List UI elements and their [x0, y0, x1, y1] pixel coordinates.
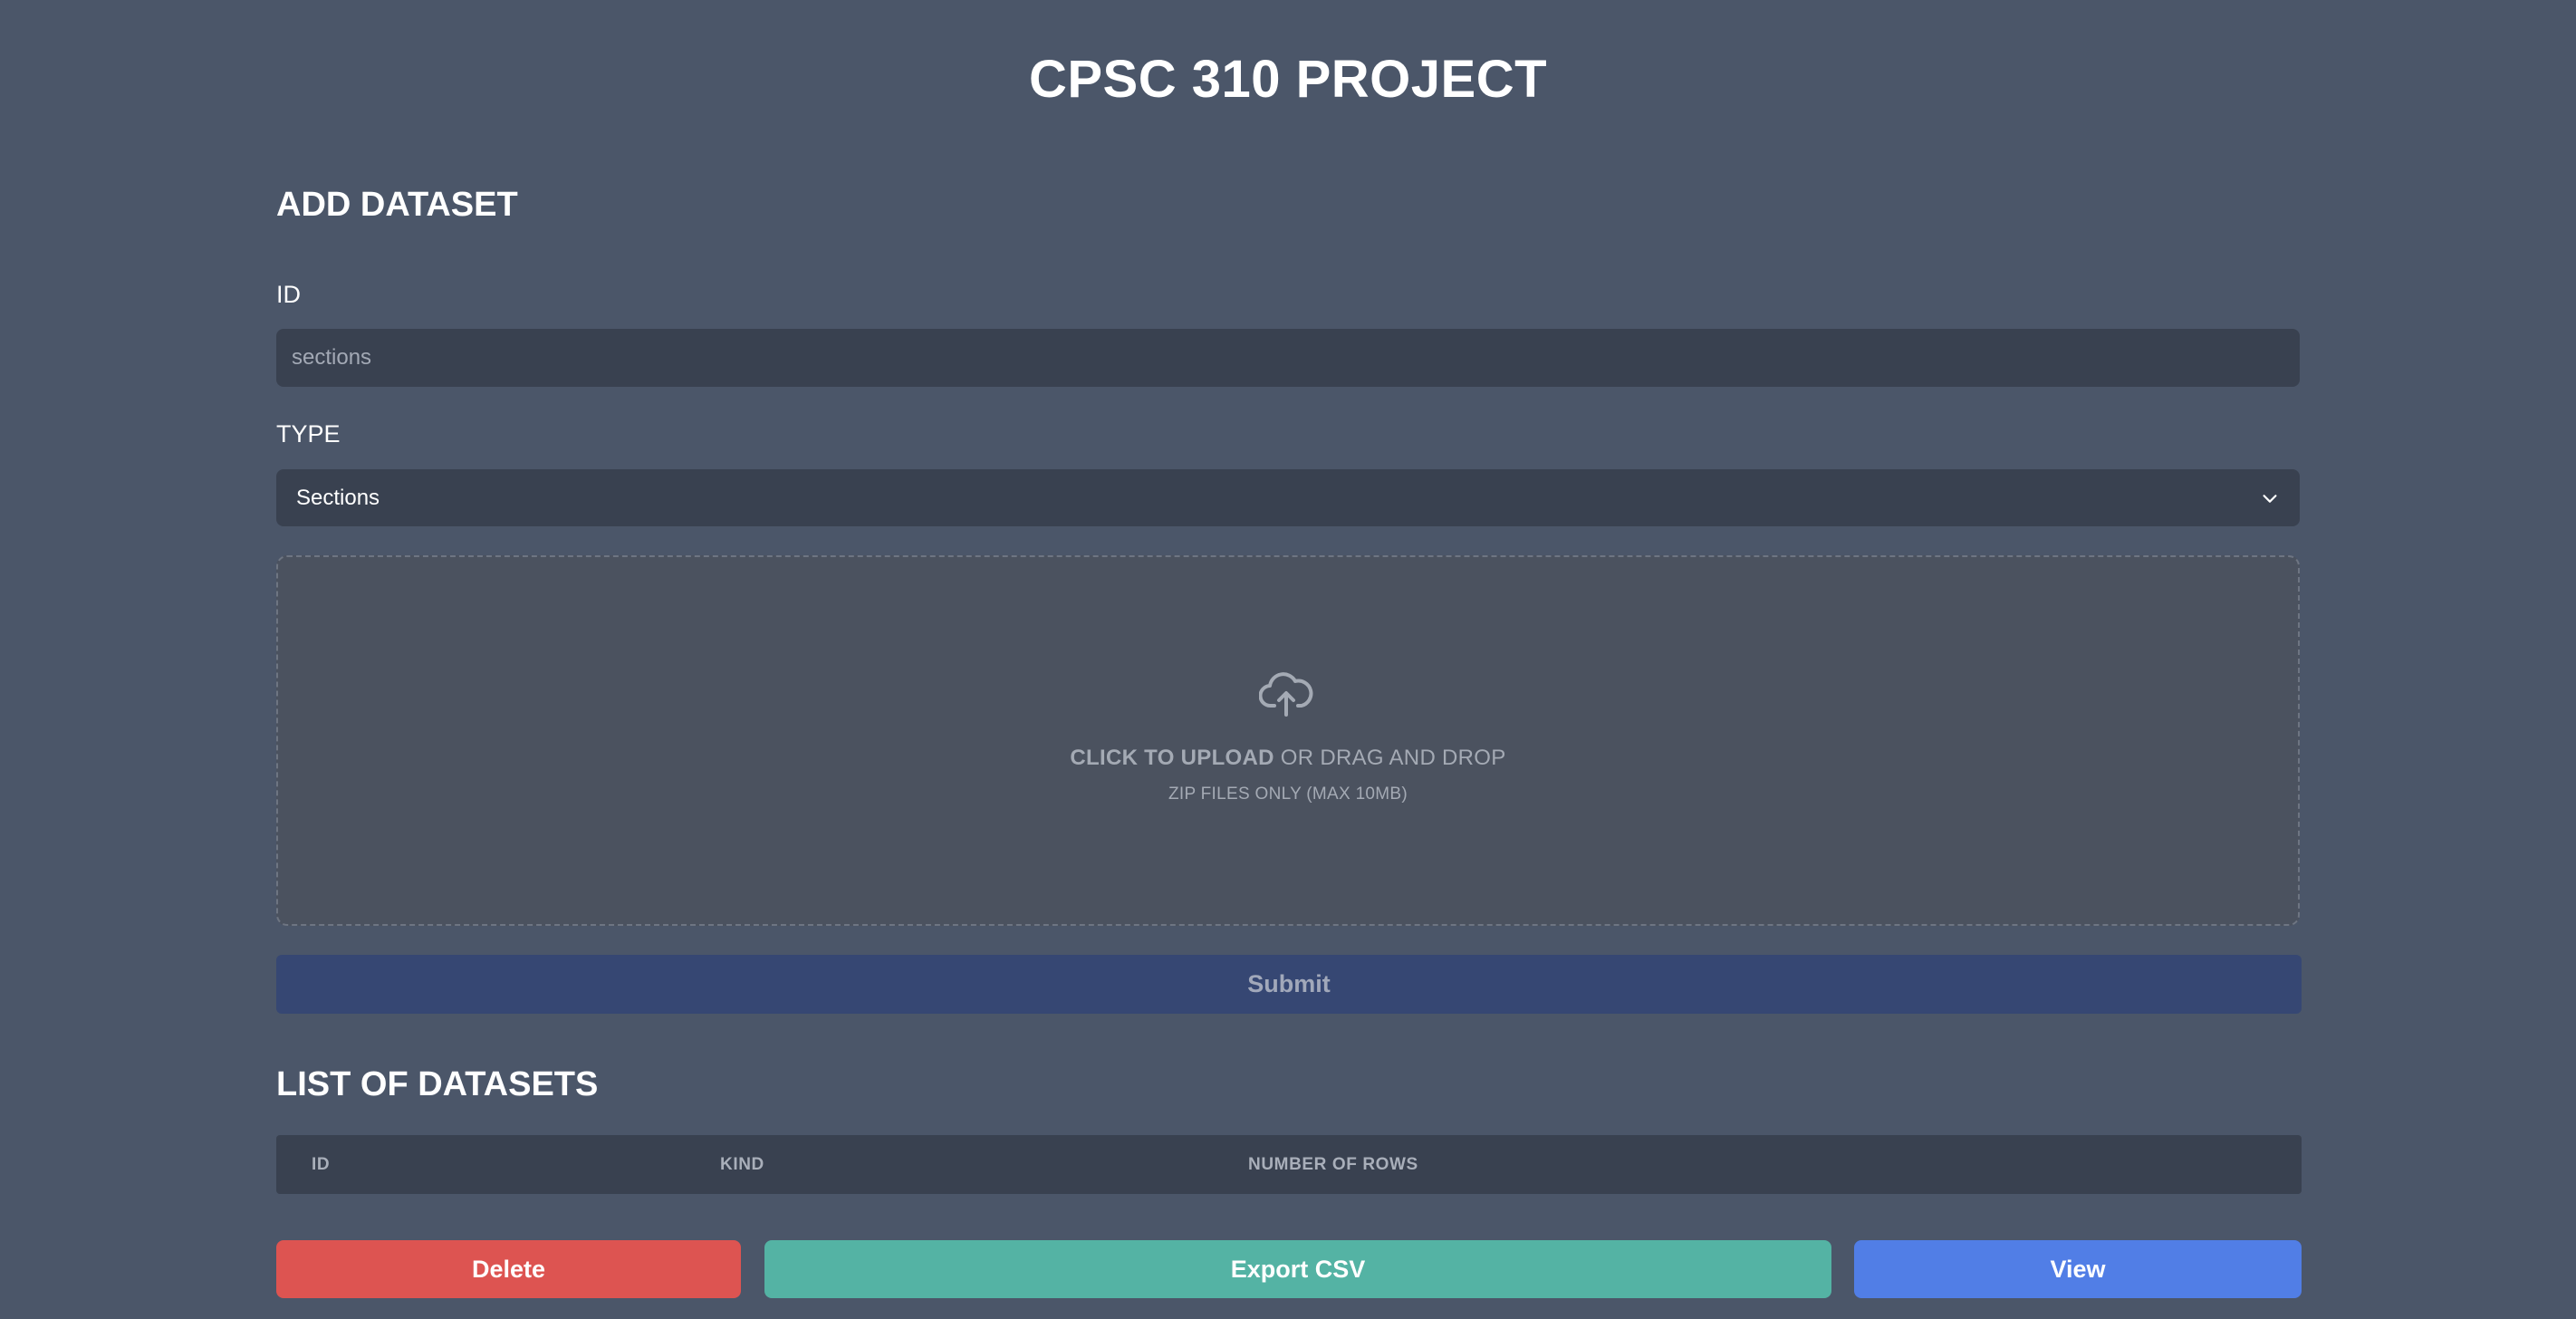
type-field-label: TYPE: [276, 420, 341, 448]
page-title: CPSC 310 PROJECT: [1028, 50, 1548, 109]
click-to-upload-text[interactable]: CLICK TO UPLOAD: [1070, 746, 1274, 770]
type-select[interactable]: Sections: [276, 469, 2300, 526]
list-of-datasets-heading: LIST OF DATASETS: [276, 1065, 599, 1103]
upload-instructions: CLICK TO UPLOAD OR DRAG AND DROP: [278, 745, 2298, 772]
export-csv-button[interactable]: Export CSV: [764, 1240, 1831, 1298]
upload-file-hint: ZIP FILES ONLY (MAX 10MB): [1168, 785, 1408, 804]
id-field-label: ID: [276, 281, 301, 308]
column-header-number-of-rows: NUMBER OF ROWS: [1248, 1155, 1418, 1174]
column-header-id: ID: [312, 1155, 331, 1174]
datasets-table-header: ID KIND NUMBER OF ROWS: [276, 1135, 2302, 1194]
id-input[interactable]: [276, 329, 2300, 387]
cloud-upload-icon: [1259, 672, 1313, 717]
type-select-value: Sections: [296, 485, 380, 510]
submit-button[interactable]: Submit: [276, 955, 2302, 1014]
file-upload-dropzone[interactable]: CLICK TO UPLOAD OR DRAG AND DROP ZIP FIL…: [276, 555, 2300, 926]
column-header-kind: KIND: [720, 1155, 764, 1174]
chevron-down-icon: [2263, 494, 2277, 503]
view-button[interactable]: View: [1854, 1240, 2302, 1298]
drag-and-drop-text: OR DRAG AND DROP: [1280, 746, 1506, 770]
delete-button[interactable]: Delete: [276, 1240, 741, 1298]
add-dataset-heading: ADD DATASET: [276, 186, 518, 224]
